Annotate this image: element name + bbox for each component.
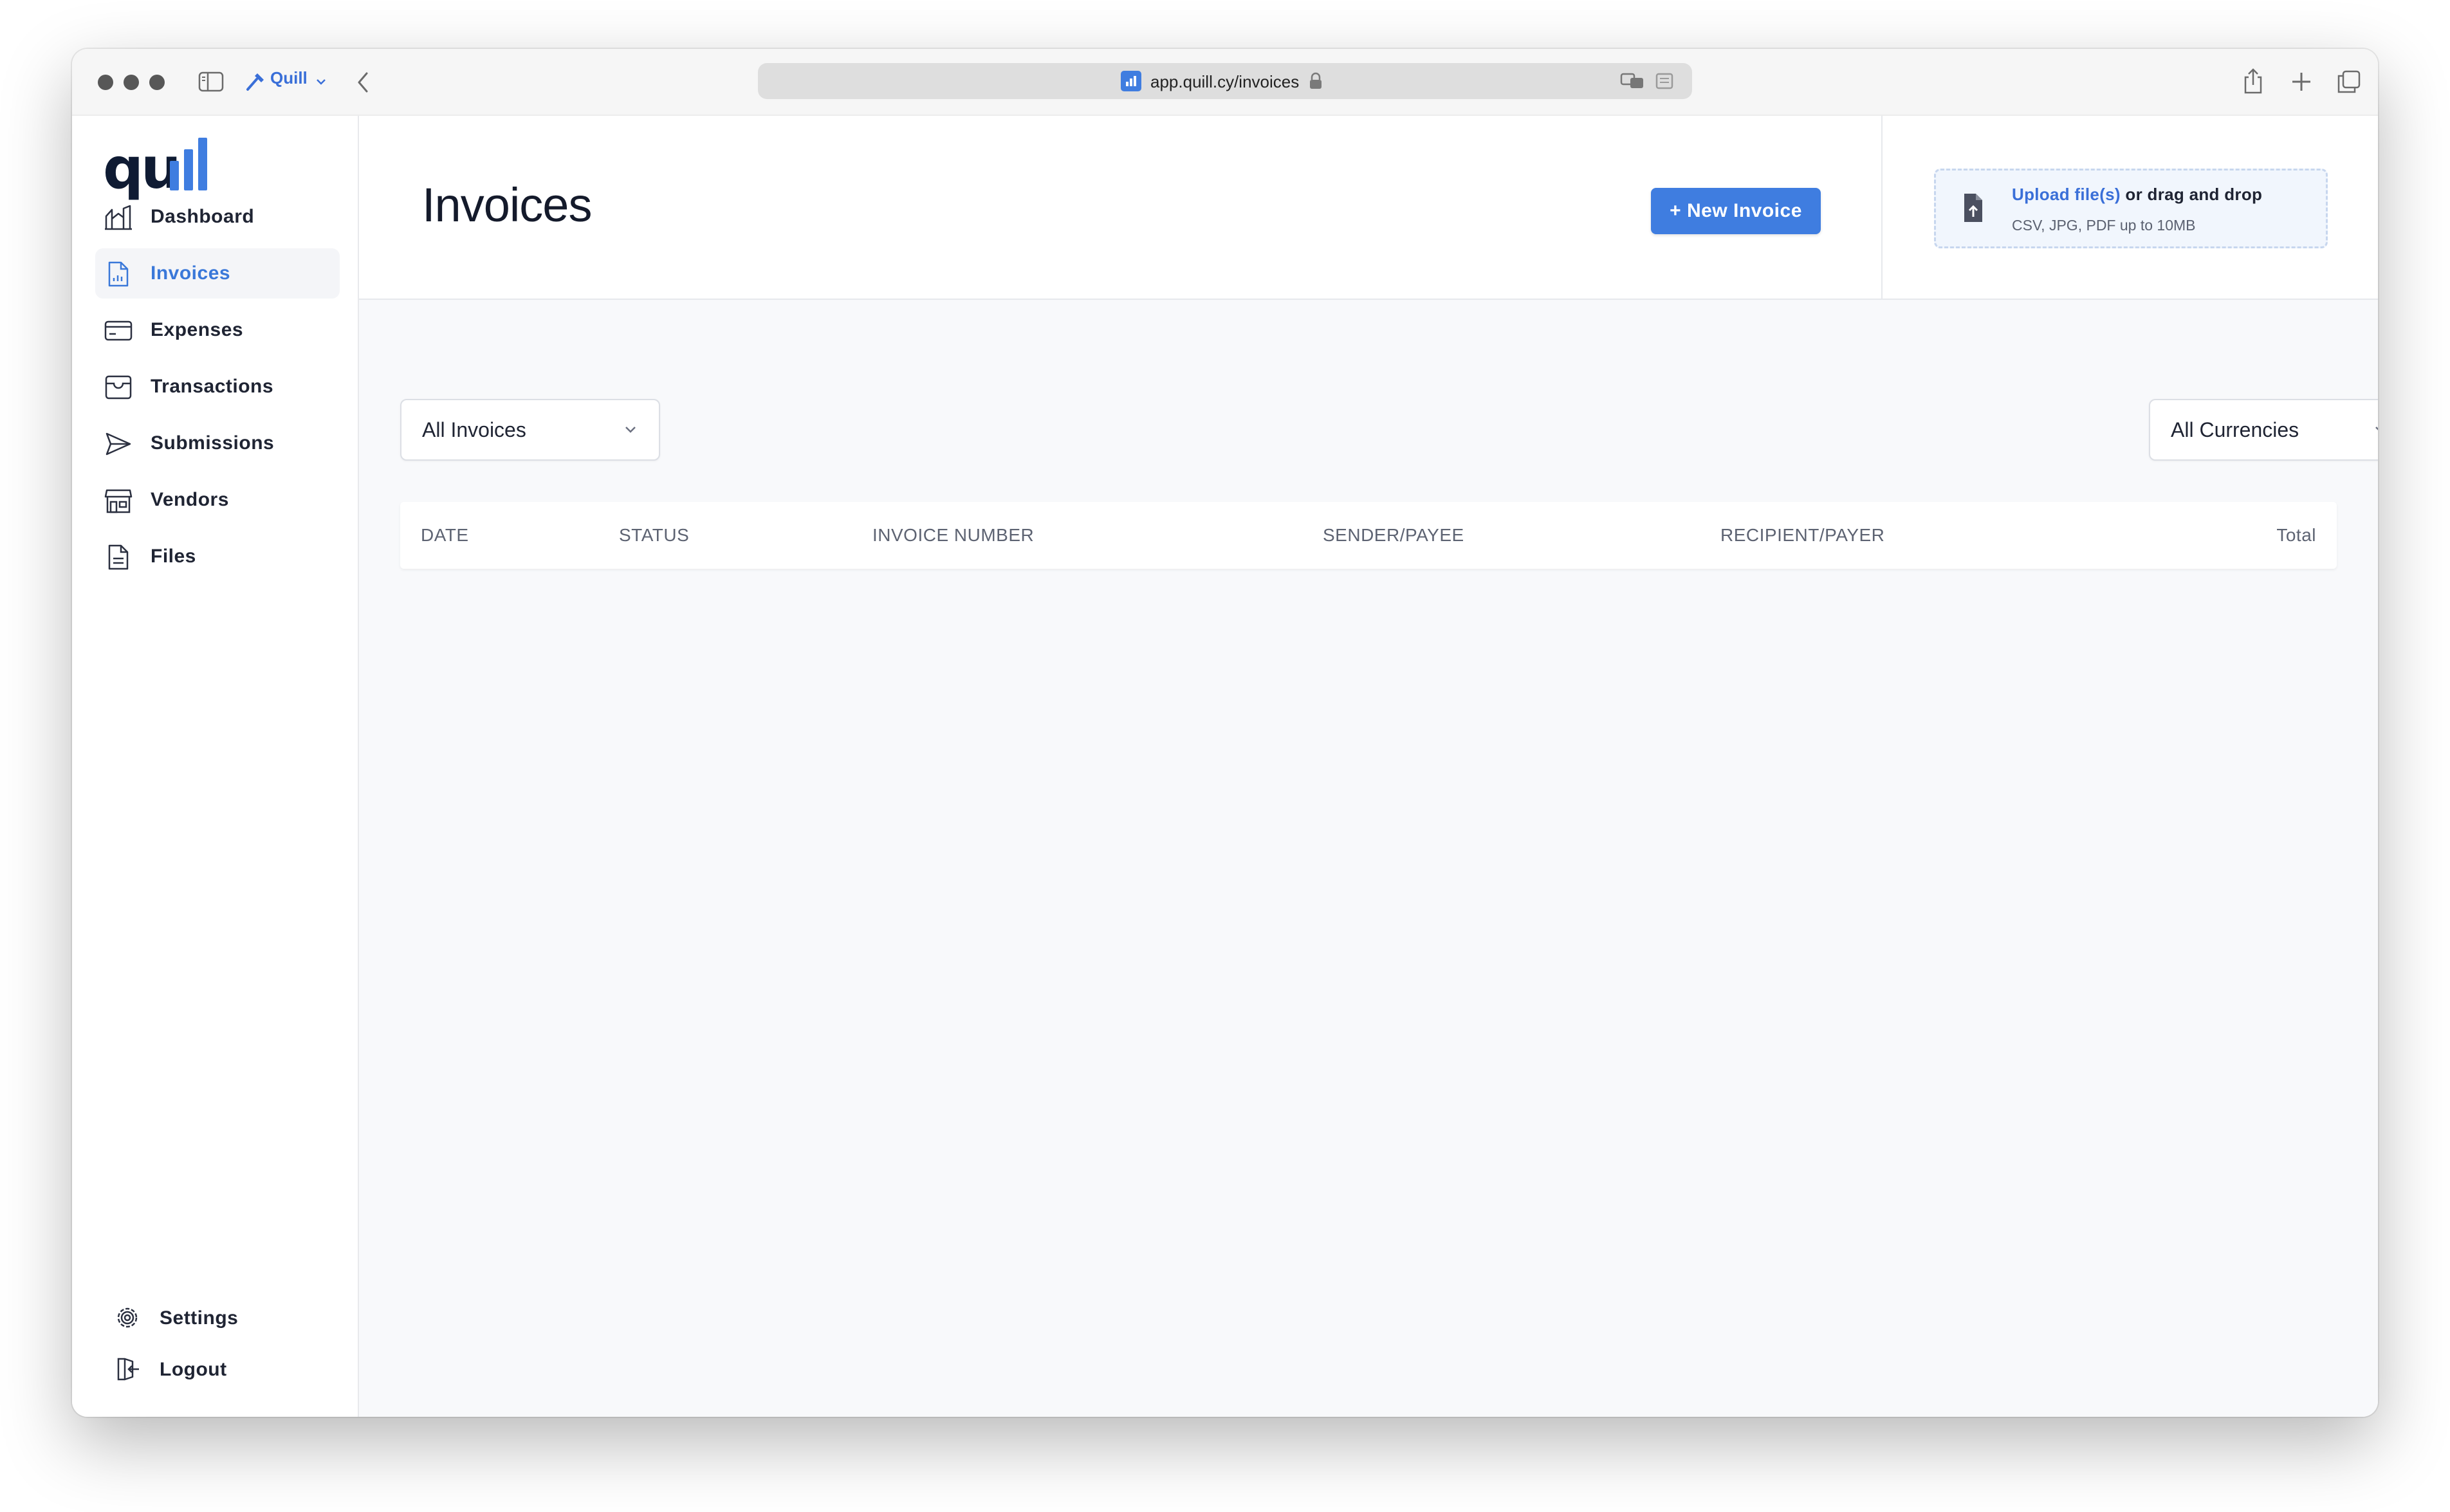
column-header-sender-payee[interactable]: SENDER/PAYEE: [1323, 525, 1464, 546]
page-header: Invoices + New Invoice Upload file(s) or…: [359, 116, 2378, 300]
column-header-recipient-payer[interactable]: RECIPIENT/PAYER: [1720, 525, 1884, 546]
credit-card-icon: [104, 320, 133, 341]
sidebar-item-label: Logout: [160, 1359, 227, 1380]
sidebar: qu Dashboard Invoices Expenses Transacti…: [72, 116, 359, 1417]
hammer-icon: [246, 73, 264, 91]
invoice-filter-value: All Invoices: [422, 418, 526, 441]
sidebar-item-invoices[interactable]: Invoices: [95, 248, 340, 299]
translate-icon[interactable]: [1620, 72, 1646, 90]
profile-label[interactable]: Quill: [270, 68, 308, 88]
paper-plane-icon: [106, 432, 131, 456]
close-window-button[interactable]: [98, 75, 113, 90]
header-divider: [1881, 116, 1883, 300]
site-favicon-icon: [1121, 71, 1141, 91]
sidebar-item-label: Dashboard: [151, 206, 255, 227]
sidebar-item-files[interactable]: Files: [95, 531, 340, 582]
share-icon[interactable]: [2242, 67, 2265, 95]
zoom-window-button[interactable]: [149, 75, 165, 90]
column-header-status[interactable]: STATUS: [619, 525, 689, 546]
sidebar-toggle-icon[interactable]: [198, 71, 224, 93]
invoice-document-icon: [108, 261, 129, 287]
sidebar-item-label: Invoices: [151, 263, 231, 284]
minimize-window-button[interactable]: [124, 75, 139, 90]
upload-file-types-hint: CSV, JPG, PDF up to 10MB: [2012, 217, 2196, 234]
new-invoice-button[interactable]: + New Invoice: [1651, 188, 1821, 234]
sidebar-item-vendors[interactable]: Vendors: [95, 475, 340, 525]
upload-instructions: Upload file(s) or drag and drop: [2012, 185, 2263, 204]
tab-overview-icon[interactable]: [2337, 69, 2361, 94]
logo-bars-icon: [170, 138, 207, 190]
file-upload-icon: [1964, 194, 1982, 222]
url-text: app.quill.cy/invoices: [1150, 72, 1300, 91]
invoice-filter-select[interactable]: All Invoices: [400, 399, 660, 461]
browser-window: Quill app.quill.cy/invoices qu Dashboard…: [72, 49, 2378, 1417]
sidebar-item-expenses[interactable]: Expenses: [95, 305, 340, 355]
dashboard-chart-icon: [105, 205, 132, 230]
sidebar-item-label: Files: [151, 546, 196, 567]
storefront-icon: [104, 489, 133, 513]
main-content: Invoices + New Invoice Upload file(s) or…: [359, 116, 2378, 1417]
sidebar-item-label: Submissions: [151, 432, 275, 454]
lock-icon: [1310, 72, 1322, 89]
file-upload-dropzone[interactable]: Upload file(s) or drag and drop CSV, JPG…: [1934, 169, 2328, 248]
sidebar-item-label: Settings: [160, 1307, 239, 1329]
page-title: Invoices: [422, 178, 592, 232]
reader-mode-icon[interactable]: [1655, 72, 1674, 90]
sidebar-item-label: Vendors: [151, 489, 229, 510]
address-bar[interactable]: app.quill.cy/invoices: [758, 63, 1692, 99]
file-text-icon: [108, 544, 129, 570]
sidebar-item-submissions[interactable]: Submissions: [95, 418, 340, 468]
inbox-tray-icon: [105, 375, 132, 400]
sidebar-item-dashboard[interactable]: Dashboard: [95, 192, 340, 242]
sidebar-item-transactions[interactable]: Transactions: [95, 362, 340, 412]
back-arrow-icon[interactable]: [354, 69, 372, 95]
logout-icon: [117, 1358, 139, 1381]
chevron-down-icon[interactable]: [315, 77, 327, 86]
sidebar-item-label: Transactions: [151, 376, 274, 397]
chevron-down-icon: [625, 427, 636, 433]
new-tab-icon[interactable]: [2290, 71, 2312, 93]
column-header-date[interactable]: DATE: [421, 525, 469, 546]
sidebar-item-logout[interactable]: Logout: [107, 1349, 261, 1390]
currency-filter-select[interactable]: All Currencies: [2149, 399, 2378, 461]
upload-files-link[interactable]: Upload file(s): [2012, 185, 2121, 204]
chevron-down-icon: [2375, 427, 2378, 430]
column-header-invoice-number[interactable]: INVOICE NUMBER: [872, 525, 1034, 546]
browser-toolbar: Quill app.quill.cy/invoices: [72, 49, 2378, 116]
column-header-total[interactable]: Total: [2276, 525, 2316, 546]
gear-icon: [117, 1307, 138, 1328]
currency-filter-value: All Currencies: [2171, 418, 2299, 441]
sidebar-item-settings[interactable]: Settings: [107, 1297, 261, 1338]
sidebar-item-label: Expenses: [151, 319, 244, 340]
invoices-table-header: DATE STATUS INVOICE NUMBER SENDER/PAYEE …: [400, 502, 2337, 569]
